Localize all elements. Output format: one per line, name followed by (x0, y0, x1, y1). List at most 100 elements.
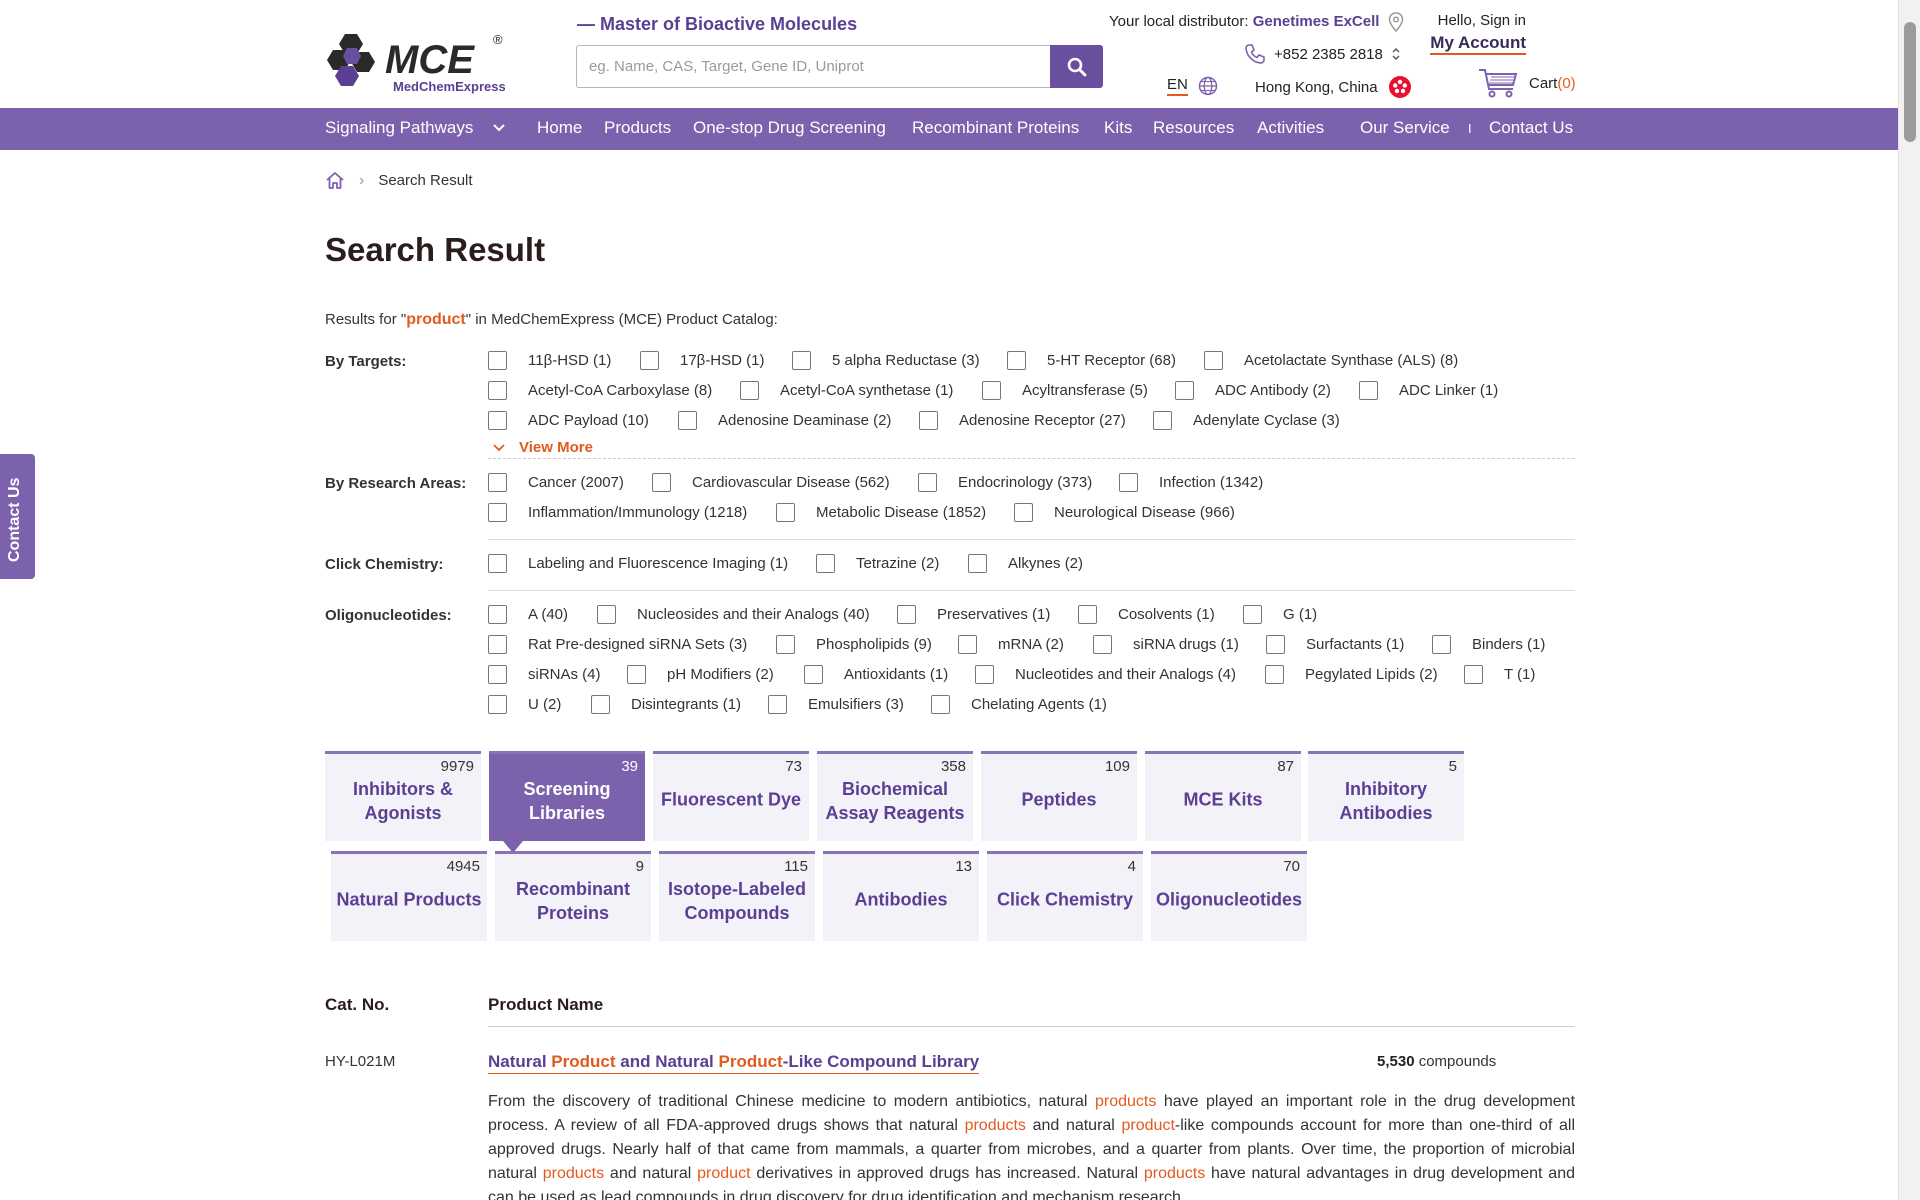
oligonucleotide-filter-option[interactable]: A (40) (488, 605, 568, 624)
nav-home[interactable]: Home (537, 118, 582, 138)
search-button[interactable] (1050, 45, 1103, 88)
checkbox[interactable] (591, 695, 610, 714)
oligonucleotide-filter-option[interactable]: Nucleotides and their Analogs (4) (975, 665, 1236, 684)
oligonucleotide-filter-option[interactable]: siRNAs (4) (488, 665, 601, 684)
distributor-link[interactable]: Genetimes ExCell (1253, 13, 1380, 30)
nav-resources[interactable]: Resources (1153, 118, 1234, 138)
checkbox[interactable] (792, 351, 811, 370)
checkbox[interactable] (1007, 351, 1026, 370)
oligonucleotide-filter-option[interactable]: Emulsifiers (3) (768, 695, 904, 714)
research-area-filter-option[interactable]: Endocrinology (373) (918, 473, 1092, 492)
checkbox[interactable] (897, 605, 916, 624)
category-tab-natural-products[interactable]: 4945 Natural Products (331, 851, 487, 941)
nav-drug-screening[interactable]: One-stop Drug Screening (693, 118, 886, 138)
checkbox[interactable] (1078, 605, 1097, 624)
checkbox[interactable] (1153, 411, 1172, 430)
checkbox[interactable] (740, 381, 759, 400)
category-tab-isotope-labeled-compounds[interactable]: 115 Isotope-Labeled Compounds (659, 851, 815, 941)
nav-signaling-pathways[interactable]: Signaling Pathways (325, 118, 506, 138)
sign-in-greeting[interactable]: Hello, Sign in (1430, 12, 1526, 29)
checkbox[interactable] (488, 351, 507, 370)
oligonucleotide-filter-option[interactable]: Preservatives (1) (897, 605, 1050, 624)
checkbox[interactable] (776, 635, 795, 654)
checkbox[interactable] (640, 351, 659, 370)
oligonucleotide-filter-option[interactable]: Antioxidants (1) (804, 665, 948, 684)
oligonucleotide-filter-option[interactable]: Nucleosides and their Analogs (40) (597, 605, 870, 624)
checkbox[interactable] (816, 554, 835, 573)
phone-selector[interactable]: +852 2385 2818 (1244, 43, 1401, 65)
checkbox[interactable] (1204, 351, 1223, 370)
home-icon[interactable] (325, 171, 345, 190)
click-chemistry-filter-option[interactable]: Alkynes (2) (968, 554, 1083, 573)
category-tab-mce-kits[interactable]: 87 MCE Kits (1145, 751, 1301, 841)
research-area-filter-option[interactable]: Cancer (2007) (488, 473, 624, 492)
click-chemistry-filter-option[interactable]: Labeling and Fluorescence Imaging (1) (488, 554, 788, 573)
oligonucleotide-filter-option[interactable]: Cosolvents (1) (1078, 605, 1215, 624)
checkbox[interactable] (1265, 665, 1284, 684)
oligonucleotide-filter-option[interactable]: Surfactants (1) (1266, 635, 1404, 654)
oligonucleotide-filter-option[interactable]: Binders (1) (1432, 635, 1545, 654)
checkbox[interactable] (804, 665, 823, 684)
checkbox[interactable] (488, 473, 507, 492)
target-filter-option[interactable]: 5 alpha Reductase (3) (792, 351, 980, 370)
target-filter-option[interactable]: Acetolactate Synthase (ALS) (8) (1204, 351, 1458, 370)
checkbox[interactable] (488, 665, 507, 684)
cart-link[interactable]: Cart(0) (1477, 67, 1576, 99)
view-more-button[interactable]: View More (493, 439, 593, 456)
oligonucleotide-filter-option[interactable]: siRNA drugs (1) (1093, 635, 1239, 654)
checkbox[interactable] (488, 411, 507, 430)
page-scrollbar[interactable] (1898, 0, 1920, 1200)
checkbox[interactable] (1175, 381, 1194, 400)
search-input[interactable] (576, 45, 1051, 88)
oligonucleotide-filter-option[interactable]: T (1) (1464, 665, 1535, 684)
target-filter-option[interactable]: Adenosine Receptor (27) (919, 411, 1126, 430)
checkbox[interactable] (1119, 473, 1138, 492)
checkbox[interactable] (918, 473, 937, 492)
scrollbar-thumb[interactable] (1904, 22, 1916, 142)
oligonucleotide-filter-option[interactable]: Phospholipids (9) (776, 635, 932, 654)
checkbox[interactable] (1014, 503, 1033, 522)
location-pin-icon[interactable] (1388, 12, 1404, 33)
target-filter-option[interactable]: Acyltransferase (5) (982, 381, 1148, 400)
oligonucleotide-filter-option[interactable]: mRNA (2) (958, 635, 1064, 654)
checkbox[interactable] (958, 635, 977, 654)
checkbox[interactable] (488, 381, 507, 400)
checkbox[interactable] (488, 635, 507, 654)
target-filter-option[interactable]: Acetyl-CoA synthetase (1) (740, 381, 953, 400)
checkbox[interactable] (597, 605, 616, 624)
checkbox[interactable] (1266, 635, 1285, 654)
checkbox[interactable] (488, 605, 507, 624)
research-area-filter-option[interactable]: Cardiovascular Disease (562) (652, 473, 890, 492)
oligonucleotide-filter-option[interactable]: Rat Pre-designed siRNA Sets (3) (488, 635, 747, 654)
nav-activities[interactable]: Activities (1257, 118, 1324, 138)
checkbox[interactable] (776, 503, 795, 522)
target-filter-option[interactable]: 17β-HSD (1) (640, 351, 764, 370)
oligonucleotide-filter-option[interactable]: U (2) (488, 695, 561, 714)
research-area-filter-option[interactable]: Neurological Disease (966) (1014, 503, 1235, 522)
region-selector[interactable]: Hong Kong, China (1255, 75, 1412, 99)
checkbox[interactable] (931, 695, 950, 714)
checkbox[interactable] (982, 381, 1001, 400)
research-area-filter-option[interactable]: Metabolic Disease (1852) (776, 503, 986, 522)
checkbox[interactable] (652, 473, 671, 492)
nav-kits[interactable]: Kits (1104, 118, 1132, 138)
checkbox[interactable] (488, 554, 507, 573)
category-tab-peptides[interactable]: 109 Peptides (981, 751, 1137, 841)
target-filter-option[interactable]: ADC Linker (1) (1359, 381, 1498, 400)
oligonucleotide-filter-option[interactable]: Disintegrants (1) (591, 695, 741, 714)
oligonucleotide-filter-option[interactable]: Chelating Agents (1) (931, 695, 1107, 714)
category-tab-screening-libraries[interactable]: 39 Screening Libraries (489, 751, 645, 853)
checkbox[interactable] (968, 554, 987, 573)
my-account-link[interactable]: My Account (1430, 33, 1526, 55)
oligonucleotide-filter-option[interactable]: pH Modifiers (2) (627, 665, 774, 684)
nav-products[interactable]: Products (604, 118, 671, 138)
checkbox[interactable] (678, 411, 697, 430)
checkbox[interactable] (1359, 381, 1378, 400)
checkbox[interactable] (975, 665, 994, 684)
target-filter-option[interactable]: ADC Antibody (2) (1175, 381, 1331, 400)
category-tab-fluorescent-dye[interactable]: 73 Fluorescent Dye (653, 751, 809, 841)
target-filter-option[interactable]: Adenylate Cyclase (3) (1153, 411, 1340, 430)
oligonucleotide-filter-option[interactable]: Pegylated Lipids (2) (1265, 665, 1438, 684)
nav-our-service[interactable]: Our Service (1360, 118, 1450, 138)
language-selector[interactable]: EN (1167, 76, 1218, 96)
